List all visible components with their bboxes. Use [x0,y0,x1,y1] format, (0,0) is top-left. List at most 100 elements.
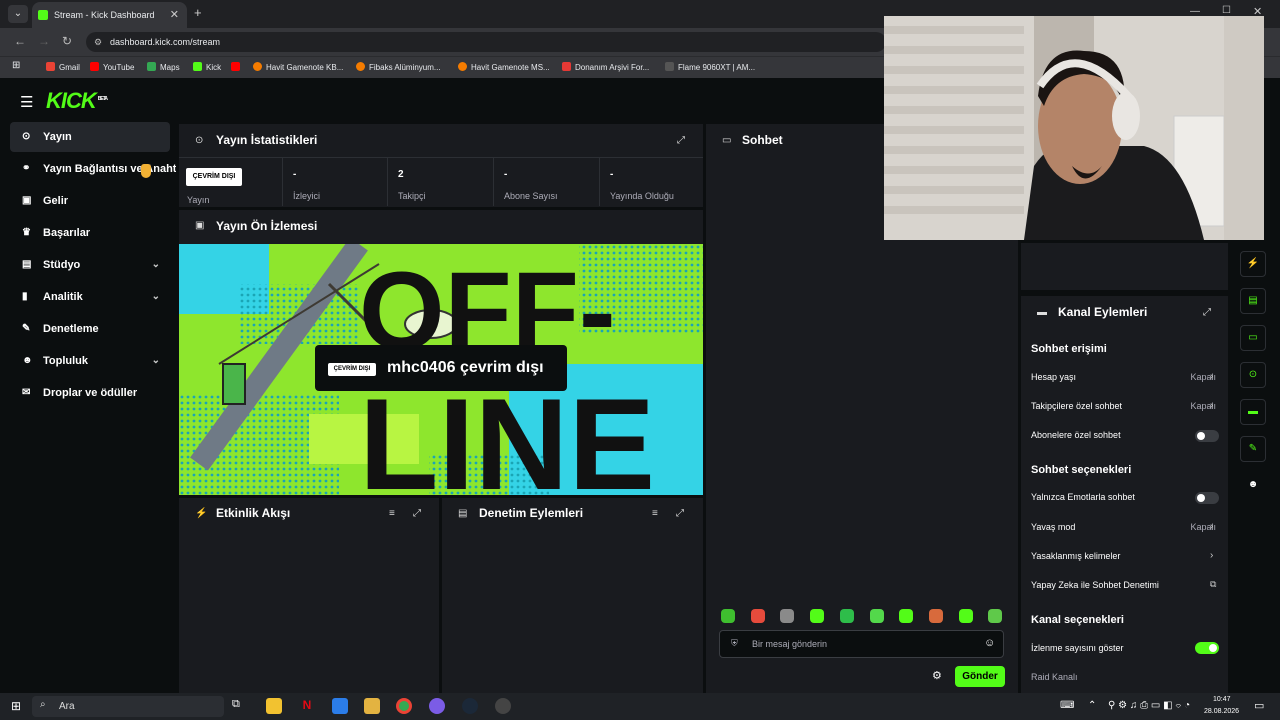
wrench-icon: ✎ [22,323,31,334]
channel-icon: ▬ [1037,307,1047,318]
bookmark-maps[interactable]: Maps [147,62,180,72]
chevron-right-icon[interactable]: › [1210,371,1213,382]
chat-rail-icon[interactable]: ▭ [1240,325,1266,351]
tab-search-button[interactable]: ⌄ [8,5,28,23]
notes-icon[interactable]: ▤ [1240,288,1266,314]
emote-icon[interactable] [721,609,735,623]
show-viewcount-toggle[interactable] [1195,642,1219,654]
app-icon[interactable] [332,698,348,714]
chevron-right-icon[interactable]: › [1210,521,1213,532]
bookmark-donanim[interactable]: Donanım Arşivi For... [562,62,649,72]
setting-followers-only[interactable]: Takipçilere özel sohbet [1031,401,1122,411]
bookmark-kick[interactable]: Kick [193,62,221,72]
expand-icon[interactable]: ⤢ [677,135,685,146]
keyboard-icon[interactable]: ⌨ [1060,700,1074,711]
channel-rail-icon[interactable]: ▬ [1240,399,1266,425]
url-input[interactable]: ⚙ dashboard.kick.com/stream [86,32,886,52]
emote-icon[interactable] [928,609,943,623]
sidebar-item-topluluk[interactable]: ☻ Topluluk ⌄ [10,346,170,376]
expand-icon[interactable]: ⤢ [1203,307,1211,318]
emote-icon[interactable] [869,609,884,623]
reload-icon[interactable]: ↻ [62,34,72,48]
sidebar-item-gelir[interactable]: ▣ Gelir [10,186,170,216]
netflix-app-icon[interactable]: N [299,698,315,714]
browser-tab[interactable]: Stream - Kick Dashboard ✕ [32,2,187,28]
preview-title: Yayın Ön İzlemesi [216,219,318,233]
menu-icon[interactable]: ☰ [20,93,33,111]
community-rail-icon[interactable]: ☻ [1240,473,1266,499]
setting-ai-moderation[interactable]: Yapay Zeka ile Sohbet Denetimi [1031,580,1159,590]
webcam-image [884,16,1264,240]
broadcast-rail-icon[interactable]: ⊙ [1240,362,1266,388]
filter-icon[interactable]: ≡ [652,508,658,519]
bookmark-youtube[interactable]: YouTube [90,62,134,72]
emote-icon[interactable] [988,609,1003,623]
bookmark-havit-ms[interactable]: Havit Gamenote MS... [458,62,550,72]
file-explorer-icon[interactable] [364,698,380,714]
app-icon[interactable] [429,698,445,714]
emote-icon[interactable] [810,609,825,623]
bookmark-havit-kb[interactable]: Havit Gamenote KB... [253,62,343,72]
bookmark-fibaks[interactable]: Fibaks Alüminyum... [356,62,441,72]
sidebar-item-basarilar[interactable]: ♛ Başarılar [10,218,170,248]
wrench-rail-icon[interactable]: ✎ [1240,436,1266,462]
setting-account-age[interactable]: Hesap yaşı [1031,372,1076,382]
sidebar-item-yayin[interactable]: ⊙ Yayın [10,122,170,152]
notification-icon[interactable]: ▭ [1254,699,1264,712]
emote-icon[interactable] [958,609,973,623]
site-info-icon[interactable]: ⚙ [94,32,102,52]
taskbar-search[interactable]: ⌕ Ara [32,696,224,717]
new-tab-icon[interactable]: + [194,5,202,20]
chevron-right-icon[interactable]: › [1210,550,1213,561]
expand-icon[interactable]: ⤢ [676,508,684,519]
filter-icon[interactable]: ≡ [389,508,395,519]
apps-icon[interactable]: ⊞ [12,60,20,71]
windows-start-icon[interactable]: ⊞ [11,699,21,713]
back-icon[interactable]: ← [14,34,26,48]
status-label: Yayın [187,195,210,205]
forward-icon[interactable]: → [38,34,50,48]
expand-icon[interactable]: ⤢ [413,508,421,519]
obs-app-icon[interactable] [495,698,511,714]
wallet-icon: ▣ [22,195,32,206]
chevron-up-icon[interactable]: ⌃ [1088,700,1096,711]
steam-app-icon[interactable] [462,698,478,714]
setting-slow-mode[interactable]: Yavaş mod [1031,522,1075,532]
sidebar-item-denetleme[interactable]: ✎ Denetleme [10,314,170,344]
close-tab-icon[interactable]: ✕ [170,2,179,28]
chevron-right-icon[interactable]: › [1210,400,1213,411]
kick-logo[interactable]: KICK BETA [46,88,108,114]
setting-raid-channel: Raid Kanalı [1031,672,1078,682]
subscribers-only-toggle[interactable] [1195,430,1219,442]
sidebar-item-droplar[interactable]: ✉ Droplar ve ödüller [10,378,170,408]
emote-icon[interactable] [839,609,854,623]
maximize-icon[interactable]: ☐ [1222,5,1231,16]
url-text: dashboard.kick.com/stream [110,37,221,47]
chrome-app-icon[interactable] [396,698,412,714]
emote-icon[interactable] [780,609,795,623]
settings-gear-icon[interactable]: ⚙ [932,669,942,682]
quick-actions-icon[interactable]: ⚡ [1240,251,1266,277]
sidebar-item-analitik[interactable]: ▮ Analitik ⌄ [10,282,170,312]
bookmark-gmail[interactable]: Gmail [46,62,80,72]
emote-icon[interactable] [750,609,765,623]
setting-banned-words[interactable]: Yasaklanmış kelimeler [1031,551,1120,561]
sidebar-item-baglanti[interactable]: ⚭ Yayın Bağlantısı ve Anahtarı [10,154,176,184]
chat-title: Sohbet [742,133,783,147]
external-link-icon[interactable]: ⧉ [1210,579,1216,590]
tray-icons[interactable]: ⚲ ⚙ ♫ ⎙ ▭ ◧ ⌔ ◔ [1108,700,1190,711]
shield-icon: ⛨ [731,638,738,648]
beta-label: BETA [97,95,108,102]
store-app-icon[interactable] [266,698,282,714]
chat-input[interactable]: ⛨ Bir mesaj gönderin ☺ [719,630,1004,658]
bookmark-flame[interactable]: Flame 9060XT | AM... [665,62,755,72]
bolt-icon: ⚡ [195,508,208,519]
emote-only-toggle[interactable] [1195,492,1219,504]
task-view-icon[interactable]: ⧉ [232,698,248,714]
emoji-icon[interactable]: ☺ [984,637,995,649]
emote-icon[interactable] [899,609,914,623]
broadcast-icon: ⊙ [22,131,31,142]
send-button[interactable]: Gönder [955,666,1005,687]
sidebar-item-studyo[interactable]: ▤ Stüdyo ⌄ [10,250,170,280]
bookmark-video[interactable] [231,62,244,72]
